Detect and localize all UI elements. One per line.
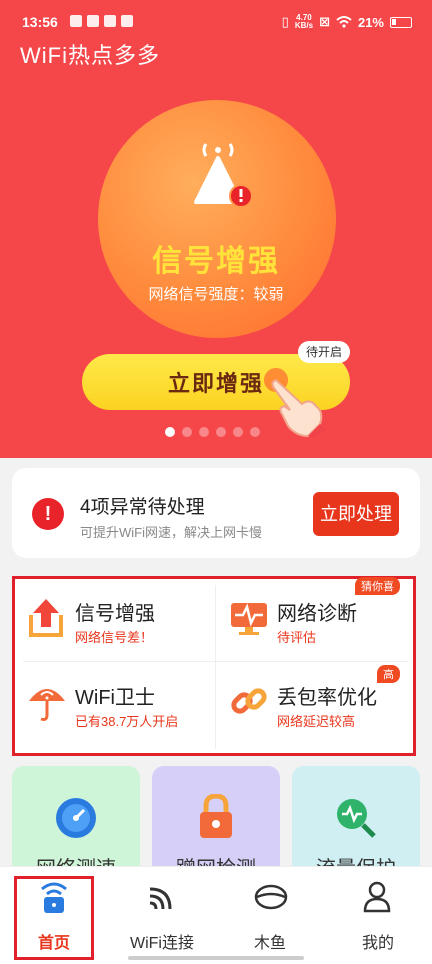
recommend-badge: 猜你喜 [355,577,400,595]
network-diagnose-icon [231,603,267,635]
wifi-icon [149,887,172,910]
tile-data-protect[interactable]: 流量保护 [292,766,420,866]
magnifier-pulse-icon [337,799,376,838]
feature-title: 信号增强 [75,603,155,625]
tool-tiles: 网络测速 蹭网检测 流量保护 [12,766,432,866]
status-time: 13:56 [22,14,58,30]
status-right: ▯ 4.70 KB/s ⊠ 21% [282,14,412,30]
pending-tag: 待开启 [298,341,351,363]
alert-title: 4项异常待处理 [80,497,205,518]
sim-off-icon: ⊠ [319,14,330,29]
feature-subtitle: 网络信号差！ [75,630,154,645]
exclamation-icon: ! [32,498,64,530]
hero-title: 信号增强 [152,245,280,278]
feature-subtitle: 网络延迟较高 [277,714,356,729]
chain-link-icon [231,688,267,714]
grid-divider [23,661,409,662]
high-badge: 高 [377,665,400,683]
person-icon [363,881,391,913]
tab-label: 木鱼 [253,935,286,952]
carousel-dot[interactable] [199,427,209,437]
tile-label: 流量保护 [292,852,420,866]
signal-boost-icon [29,599,63,637]
umbrella-shield-icon [29,689,65,721]
feature-wifi-guard[interactable]: WiFi卫士 已有38.7万人开启 [17,665,213,745]
notification-icons [70,15,133,27]
handle-now-button[interactable]: 立即处理 [313,492,399,536]
notification-icon [104,15,116,27]
speed-unit: KB/s [294,21,314,30]
vibrate-icon: ▯ [281,14,289,29]
battery-percent: 21% [357,14,384,30]
hero-subtitle: 网络信号强度：较弱 [148,286,284,303]
feature-title: WiFi卫士 [75,687,155,709]
speedometer-icon [56,798,96,838]
grid-divider [215,585,216,749]
tile-label: 蹭网检测 [152,852,280,866]
lock-icon [200,794,232,838]
tile-label: 网络测速 [12,852,140,866]
tab-wifi-connect[interactable]: WiFi连接 [108,867,216,957]
feature-subtitle: 已有38.7万人开启 [75,714,179,729]
tab-label: 我的 [361,935,394,952]
carousel-dot[interactable] [182,427,192,437]
carousel-dots [165,427,260,437]
home-indicator [128,956,304,960]
alert-card: ! 4项异常待处理 可提升WiFi网速，解决上网卡慢 立即处理 [12,468,420,558]
feature-grid: 信号增强 网络信号差！ 网络诊断 待评估 猜你喜 WiFi卫士 已有38.7万人… [12,576,416,756]
alert-subtitle: 可提升WiFi网速，解决上网卡慢 [80,525,262,540]
battery-icon [390,16,412,28]
tab-wooden-fish[interactable]: 木鱼 [216,867,324,957]
tiktok-icon [87,15,99,27]
network-speed: 4.70 KB/s [295,14,313,30]
notification-icon [70,15,82,27]
wooden-fish-icon [254,884,288,910]
signal-warning-icon [194,143,253,208]
pointing-hand-icon [264,368,326,438]
feature-subtitle: 待评估 [277,630,317,645]
active-tab-highlight [14,876,94,960]
carousel-dot[interactable] [165,427,175,437]
feature-signal-boost[interactable]: 信号增强 网络信号差！ [17,581,213,661]
feature-title: 网络诊断 [277,603,357,625]
carousel-dot[interactable] [216,427,226,437]
tile-wifi-intruder[interactable]: 蹭网检测 [152,766,280,866]
wifi-status-icon [336,16,352,28]
carousel-dot[interactable] [233,427,243,437]
tab-label: WiFi连接 [130,935,194,952]
app-title: WiFi热点多多 [20,43,160,68]
feature-title: 丢包率优化 [277,687,377,709]
notification-icon [121,15,133,27]
status-bar: 13:56 ▯ 4.70 KB/s ⊠ 21% [0,0,432,34]
tile-speed-test[interactable]: 网络测速 [12,766,140,866]
carousel-dot[interactable] [250,427,260,437]
tab-profile[interactable]: 我的 [324,867,432,957]
